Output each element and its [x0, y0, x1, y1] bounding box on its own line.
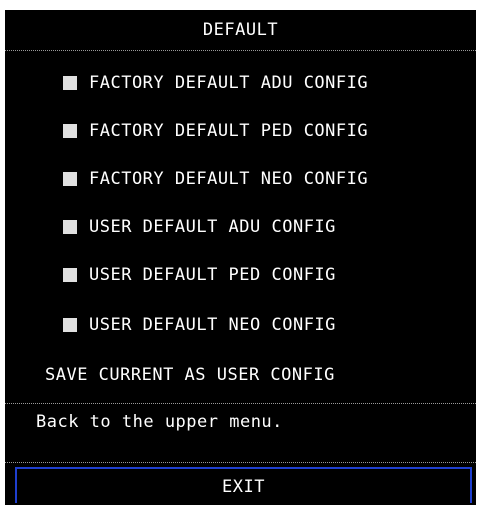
option-label: USER DEFAULT NEO CONFIG: [89, 315, 336, 335]
checkbox-icon[interactable]: [63, 220, 77, 234]
save-current-button[interactable]: SAVE CURRENT AS USER CONFIG: [45, 363, 335, 387]
option-user-default-neo[interactable]: USER DEFAULT NEO CONFIG: [63, 313, 336, 337]
checkbox-icon[interactable]: [63, 124, 77, 138]
default-menu-panel: DEFAULT FACTORY DEFAULT ADU CONFIG FACTO…: [5, 10, 476, 505]
option-label: USER DEFAULT PED CONFIG: [89, 265, 336, 285]
option-label: FACTORY DEFAULT ADU CONFIG: [89, 73, 369, 93]
help-divider: [5, 403, 476, 404]
option-label: USER DEFAULT ADU CONFIG: [89, 217, 336, 237]
option-user-default-ped[interactable]: USER DEFAULT PED CONFIG: [63, 263, 336, 287]
title-divider: [5, 50, 476, 51]
exit-divider: [5, 462, 476, 463]
option-factory-default-neo[interactable]: FACTORY DEFAULT NEO CONFIG: [63, 167, 368, 191]
help-text: Back to the upper menu.: [36, 412, 283, 432]
option-user-default-adu[interactable]: USER DEFAULT ADU CONFIG: [63, 215, 336, 239]
checkbox-icon[interactable]: [63, 76, 77, 90]
menu-title: DEFAULT: [202, 20, 279, 40]
option-factory-default-adu[interactable]: FACTORY DEFAULT ADU CONFIG: [63, 71, 368, 95]
checkbox-icon[interactable]: [63, 268, 77, 282]
checkbox-icon[interactable]: [63, 172, 77, 186]
option-label: FACTORY DEFAULT PED CONFIG: [89, 121, 369, 141]
exit-button[interactable]: EXIT: [15, 467, 472, 503]
option-label: FACTORY DEFAULT NEO CONFIG: [89, 169, 369, 189]
option-factory-default-ped[interactable]: FACTORY DEFAULT PED CONFIG: [63, 119, 368, 143]
checkbox-icon[interactable]: [63, 318, 77, 332]
